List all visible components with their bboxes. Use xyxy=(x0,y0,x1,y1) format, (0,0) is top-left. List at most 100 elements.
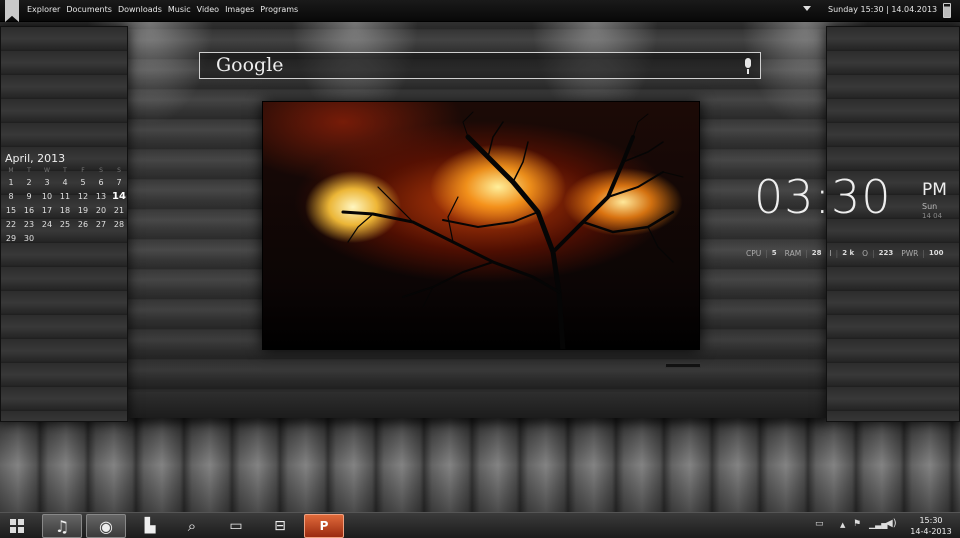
calendar-day[interactable]: 21 xyxy=(110,205,128,217)
calendar-title: April, 2013 xyxy=(5,152,66,165)
music-icon: ♫ xyxy=(54,516,70,536)
calendar-day[interactable]: 16 xyxy=(20,205,38,217)
calendar-weekday: T xyxy=(27,167,31,174)
menu-item-downloads[interactable]: Downloads xyxy=(118,5,162,14)
tray-time: 15:30 xyxy=(919,516,943,525)
calendar-day[interactable]: 7 xyxy=(110,177,128,189)
calendar-day[interactable]: 6 xyxy=(92,177,110,189)
system-stats: CPU | 5 RAM | 28 I | 2 k O | 223 PWR | 100 xyxy=(746,249,944,258)
taskbar-powerpoint-button[interactable]: P xyxy=(304,514,344,538)
top-clock: Sunday 15:30 | 14.04.2013 xyxy=(828,5,938,14)
framed-wallpaper-image xyxy=(262,101,700,350)
wooden-floor xyxy=(0,418,960,512)
calendar-weekday: W xyxy=(44,167,50,174)
stat-value-pwr: 100 xyxy=(928,249,944,257)
calendar-day[interactable]: 27 xyxy=(92,219,110,231)
menu-item-images[interactable]: Images xyxy=(225,5,254,14)
stat-label-in: I xyxy=(829,249,832,258)
calendar-day[interactable]: 11 xyxy=(56,191,74,203)
google-search-bar[interactable]: Google xyxy=(199,52,761,79)
tray-show-hidden-icon[interactable]: ▲ xyxy=(840,521,845,529)
calendar-day[interactable]: 13 xyxy=(92,191,110,203)
dropdown-arrow-icon[interactable] xyxy=(803,6,811,11)
taskbar: ♫ ◉ ▙ ⌕ ▭ ⊟ P ▭ ▲ ⚑ ▁▃▅ ◀) 15:30 14-4-20… xyxy=(0,512,960,538)
clock-day: Sun xyxy=(922,202,938,211)
settings-icon: ⊟ xyxy=(274,518,286,534)
tray-flag-icon[interactable]: ⚑ xyxy=(853,519,861,529)
wall-ledge xyxy=(126,392,828,418)
powerpoint-icon: P xyxy=(319,519,329,533)
calendar-day[interactable]: 5 xyxy=(74,177,92,189)
start-button[interactable] xyxy=(10,519,24,533)
store-icon: ▙ xyxy=(144,518,156,534)
video-icon: ▭ xyxy=(229,518,243,534)
calendar-day[interactable]: 17 xyxy=(38,205,56,217)
calendar-day[interactable]: 25 xyxy=(56,219,74,231)
taskbar-music-button[interactable]: ♫ xyxy=(42,514,82,538)
stat-value-cpu: 5 xyxy=(771,249,777,257)
calendar-day[interactable]: 8 xyxy=(2,191,20,203)
chrome-icon: ◉ xyxy=(99,516,113,536)
menu-item-music[interactable]: Music xyxy=(168,5,191,14)
calendar-day[interactable]: 1 xyxy=(2,177,20,189)
taskbar-video-button[interactable]: ▭ xyxy=(216,514,256,538)
clock-date: 14 04 xyxy=(922,212,943,220)
calendar-day[interactable]: 3 xyxy=(38,177,56,189)
stat-value-in: 2 k xyxy=(842,249,855,257)
google-logo-text: Google xyxy=(216,54,284,76)
stat-label-ram: RAM xyxy=(784,249,802,258)
calendar-day[interactable]: 20 xyxy=(92,205,110,217)
windows-logo-icon xyxy=(10,519,16,525)
calendar-day[interactable]: 4 xyxy=(56,177,74,189)
right-side-panel xyxy=(826,26,960,422)
clock-time: 03:30 xyxy=(754,170,892,224)
microphone-icon[interactable] xyxy=(744,58,752,74)
tray-volume-icon[interactable]: ◀) xyxy=(885,518,897,529)
top-bar: Explorer Documents Downloads Music Video… xyxy=(0,0,960,22)
calendar-weekday: S xyxy=(99,167,103,174)
desktop: Explorer Documents Downloads Music Video… xyxy=(0,0,960,538)
menu-item-programs[interactable]: Programs xyxy=(260,5,298,14)
calendar-day[interactable]: 22 xyxy=(2,219,20,231)
tray-clock[interactable]: 15:30 14-4-2013 xyxy=(908,515,954,537)
calendar-weekday: S xyxy=(117,167,121,174)
calendar-day[interactable]: 19 xyxy=(74,205,92,217)
calendar-day[interactable]: 28 xyxy=(110,219,128,231)
tray-date: 14-4-2013 xyxy=(910,527,952,536)
top-menu: Explorer Documents Downloads Music Video… xyxy=(27,5,298,14)
calendar-day[interactable]: 14 xyxy=(110,191,128,203)
calendar-day[interactable]: 29 xyxy=(2,233,20,245)
taskbar-store-button[interactable]: ▙ xyxy=(130,514,170,538)
clock-ampm: PM xyxy=(922,180,947,200)
menu-item-explorer[interactable]: Explorer xyxy=(27,5,60,14)
stat-label-pwr: PWR xyxy=(901,249,919,258)
calendar-day[interactable]: 24 xyxy=(38,219,56,231)
calendar-day[interactable]: 15 xyxy=(2,205,20,217)
calendar-day[interactable]: 9 xyxy=(20,191,38,203)
calendar-grid: M T W T F S S 1 2 3 4 5 6 7 8 9 10 11 12 13 14 15 16 17 18 19 20 21… xyxy=(2,167,126,245)
calendar-weekday: F xyxy=(81,167,85,174)
taskbar-settings-button[interactable]: ⊟ xyxy=(260,514,300,538)
battery-icon[interactable] xyxy=(943,3,951,18)
tray-keyboard-icon[interactable]: ▭ xyxy=(815,519,824,529)
taskbar-chrome-button[interactable]: ◉ xyxy=(86,514,126,538)
calendar-day[interactable]: 18 xyxy=(56,205,74,217)
menu-item-video[interactable]: Video xyxy=(197,5,219,14)
calendar-day[interactable]: 2 xyxy=(20,177,38,189)
stat-label-cpu: CPU xyxy=(746,249,762,258)
calendar-day[interactable]: 10 xyxy=(38,191,56,203)
calendar-widget: April, 2013 M T W T F S S 1 2 3 4 5 6 7 8 9 10 11 12 13 14 15… xyxy=(2,152,126,245)
stat-value-ram: 28 xyxy=(811,249,822,257)
calendar-weekday: T xyxy=(63,167,67,174)
menu-item-documents[interactable]: Documents xyxy=(66,5,112,14)
calendar-day[interactable]: 12 xyxy=(74,191,92,203)
calendar-weekday: M xyxy=(8,167,14,174)
calendar-day[interactable]: 26 xyxy=(74,219,92,231)
stat-value-out: 223 xyxy=(878,249,894,257)
search-files-icon: ⌕ xyxy=(187,517,197,535)
calendar-day[interactable]: 23 xyxy=(20,219,38,231)
taskbar-search-files-button[interactable]: ⌕ xyxy=(172,514,212,538)
image-watermark xyxy=(665,363,701,368)
calendar-day[interactable]: 30 xyxy=(20,233,38,245)
ribbon-logo-icon[interactable] xyxy=(5,0,19,22)
